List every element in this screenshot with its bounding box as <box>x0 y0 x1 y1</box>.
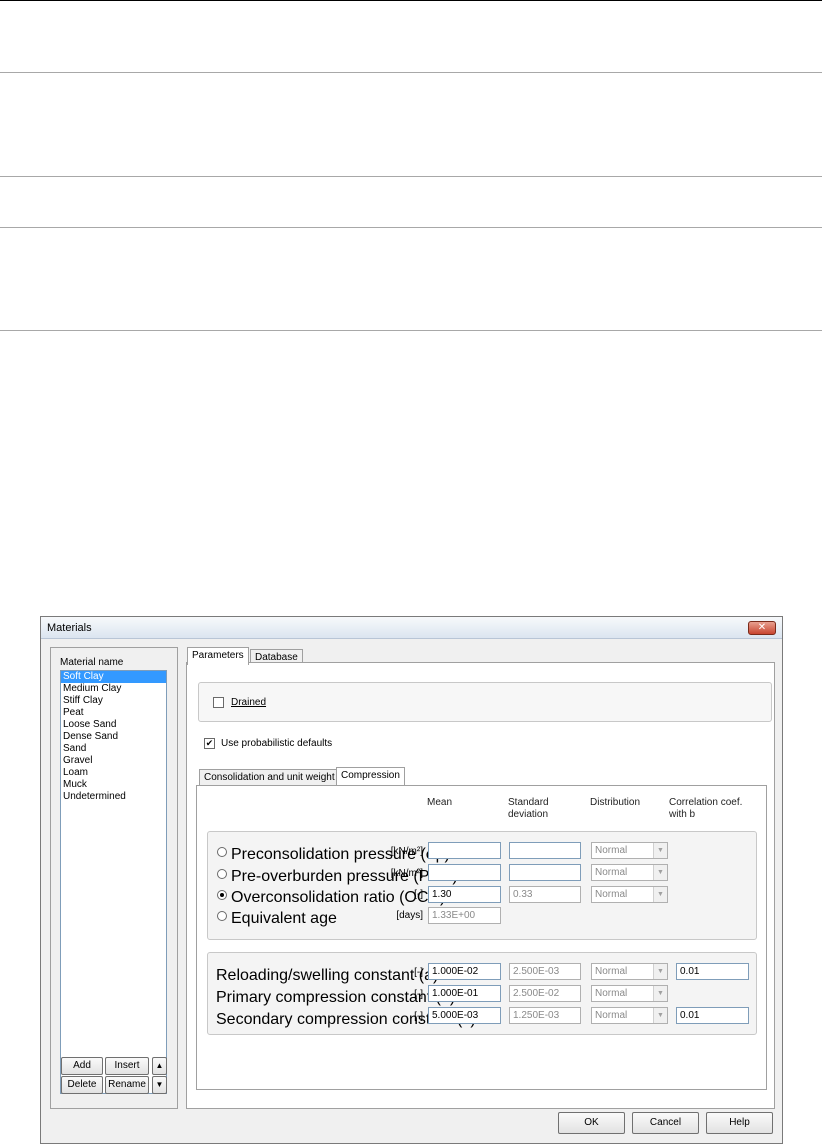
equivalent-age-label: Equivalent age <box>231 910 337 927</box>
unit-label: [-] <box>414 989 423 1000</box>
pop-distribution-select[interactable]: Normal ▼ <box>591 864 668 881</box>
cancel-button[interactable]: Cancel <box>632 1112 699 1134</box>
chevron-down-icon: ▼ <box>653 887 667 902</box>
unit-label: [days] <box>396 910 423 921</box>
list-item-gravel[interactable]: Gravel <box>61 755 166 767</box>
drained-checkbox[interactable] <box>213 697 224 708</box>
list-item-loam[interactable]: Loam <box>61 767 166 779</box>
page-rule <box>0 330 822 331</box>
add-button[interactable]: Add <box>61 1057 103 1075</box>
secondary-compression-std-input[interactable]: 1.250E-03 <box>509 1007 581 1024</box>
insert-button[interactable]: Insert <box>105 1057 149 1075</box>
ocr-std-input[interactable]: 0.33 <box>509 886 581 903</box>
equivalent-age-mean-input[interactable]: 1.33E+00 <box>428 907 501 924</box>
reloading-correlation-input[interactable]: 0.01 <box>676 963 749 980</box>
list-item-loose-sand[interactable]: Loose Sand <box>61 719 166 731</box>
chevron-down-icon: ▼ <box>653 843 667 858</box>
delete-button[interactable]: Delete <box>61 1076 103 1094</box>
move-down-button[interactable]: ▼ <box>152 1076 167 1094</box>
col-header-correlation: Correlation coef. with b <box>669 797 743 820</box>
col-header-std: Standard deviation <box>508 797 549 820</box>
secondary-compression-distribution-select[interactable]: Normal ▼ <box>591 1007 668 1024</box>
pop-label: Pre-overburden pressure (POP) <box>231 868 458 885</box>
primary-compression-std-input[interactable]: 2.500E-02 <box>509 985 581 1002</box>
close-button[interactable]: ✕ <box>748 621 776 635</box>
tab-compression[interactable]: Compression <box>336 767 405 785</box>
primary-compression-distribution-select[interactable]: Normal ▼ <box>591 985 668 1002</box>
reloading-std-input[interactable]: 2.500E-03 <box>509 963 581 980</box>
primary-compression-mean-input[interactable]: 1.000E-01 <box>428 985 501 1002</box>
col-header-distribution: Distribution <box>590 797 641 808</box>
dialog-title: Materials <box>47 622 92 634</box>
list-item-muck[interactable]: Muck <box>61 779 166 791</box>
move-up-button[interactable]: ▲ <box>152 1057 167 1075</box>
chevron-down-icon: ▼ <box>653 1008 667 1023</box>
rename-button[interactable]: Rename <box>105 1076 149 1094</box>
unit-label: [kN/m²] <box>390 868 423 879</box>
preconsolidation-radio[interactable] <box>217 847 227 857</box>
checkmark-icon: ✔ <box>205 738 214 748</box>
list-item-peat[interactable]: Peat <box>61 707 166 719</box>
page-rule <box>0 227 822 228</box>
compression-pane: Mean Standard deviation Distribution Corr… <box>196 785 767 1090</box>
unit-label: [kN/m²] <box>390 846 423 857</box>
tab-consolidation[interactable]: Consolidation and unit weight <box>199 769 340 785</box>
preconsolidation-mean-input[interactable] <box>428 842 501 859</box>
material-name-label: Material name <box>60 657 124 668</box>
arrow-up-icon: ▲ <box>155 1061 164 1070</box>
unit-label: [-] <box>414 889 423 900</box>
arrow-down-icon: ▼ <box>155 1080 164 1089</box>
preconsolidation-std-input[interactable] <box>509 842 581 859</box>
title-bar: Materials ✕ <box>41 617 782 639</box>
ocr-radio[interactable] <box>217 890 227 900</box>
col-header-mean: Mean <box>427 797 453 808</box>
pop-radio[interactable] <box>217 869 227 879</box>
list-item-soft-clay[interactable]: Soft Clay <box>61 671 166 683</box>
list-item-medium-clay[interactable]: Medium Clay <box>61 683 166 695</box>
reloading-mean-input[interactable]: 1.000E-02 <box>428 963 501 980</box>
chevron-down-icon: ▼ <box>653 964 667 979</box>
probabilistic-label: Use probabilistic defaults <box>221 738 333 749</box>
page-rule <box>0 72 822 73</box>
equivalent-age-radio[interactable] <box>217 911 227 921</box>
page-rule <box>0 176 822 177</box>
list-item-undetermined[interactable]: Undetermined <box>61 791 166 803</box>
chevron-down-icon: ▼ <box>653 986 667 1001</box>
unit-label: [-] <box>414 967 423 978</box>
page-top-rule <box>0 0 822 1</box>
drained-label: Drained <box>231 697 267 708</box>
material-list[interactable]: Soft Clay Medium Clay Stiff Clay Peat Lo… <box>60 670 167 1094</box>
probabilistic-checkbox[interactable]: ✔ <box>204 738 215 749</box>
reloading-distribution-select[interactable]: Normal ▼ <box>591 963 668 980</box>
help-button[interactable]: Help <box>706 1112 773 1134</box>
ok-button[interactable]: OK <box>558 1112 625 1134</box>
list-item-dense-sand[interactable]: Dense Sand <box>61 731 166 743</box>
pop-mean-input[interactable] <box>428 864 501 881</box>
pop-std-input[interactable] <box>509 864 581 881</box>
unit-label: [-] <box>414 1011 423 1022</box>
ocr-mean-input[interactable]: 1.30 <box>428 886 501 903</box>
list-item-sand[interactable]: Sand <box>61 743 166 755</box>
secondary-compression-mean-input[interactable]: 5.000E-03 <box>428 1007 501 1024</box>
drained-group: Drained <box>198 682 772 722</box>
tab-parameters[interactable]: Parameters <box>187 647 249 665</box>
ocr-distribution-select[interactable]: Normal ▼ <box>591 886 668 903</box>
chevron-down-icon: ▼ <box>653 865 667 880</box>
preconsolidation-distribution-select[interactable]: Normal ▼ <box>591 842 668 859</box>
close-icon: ✕ <box>757 622 767 633</box>
secondary-compression-correlation-input[interactable]: 0.01 <box>676 1007 749 1024</box>
list-item-stiff-clay[interactable]: Stiff Clay <box>61 695 166 707</box>
